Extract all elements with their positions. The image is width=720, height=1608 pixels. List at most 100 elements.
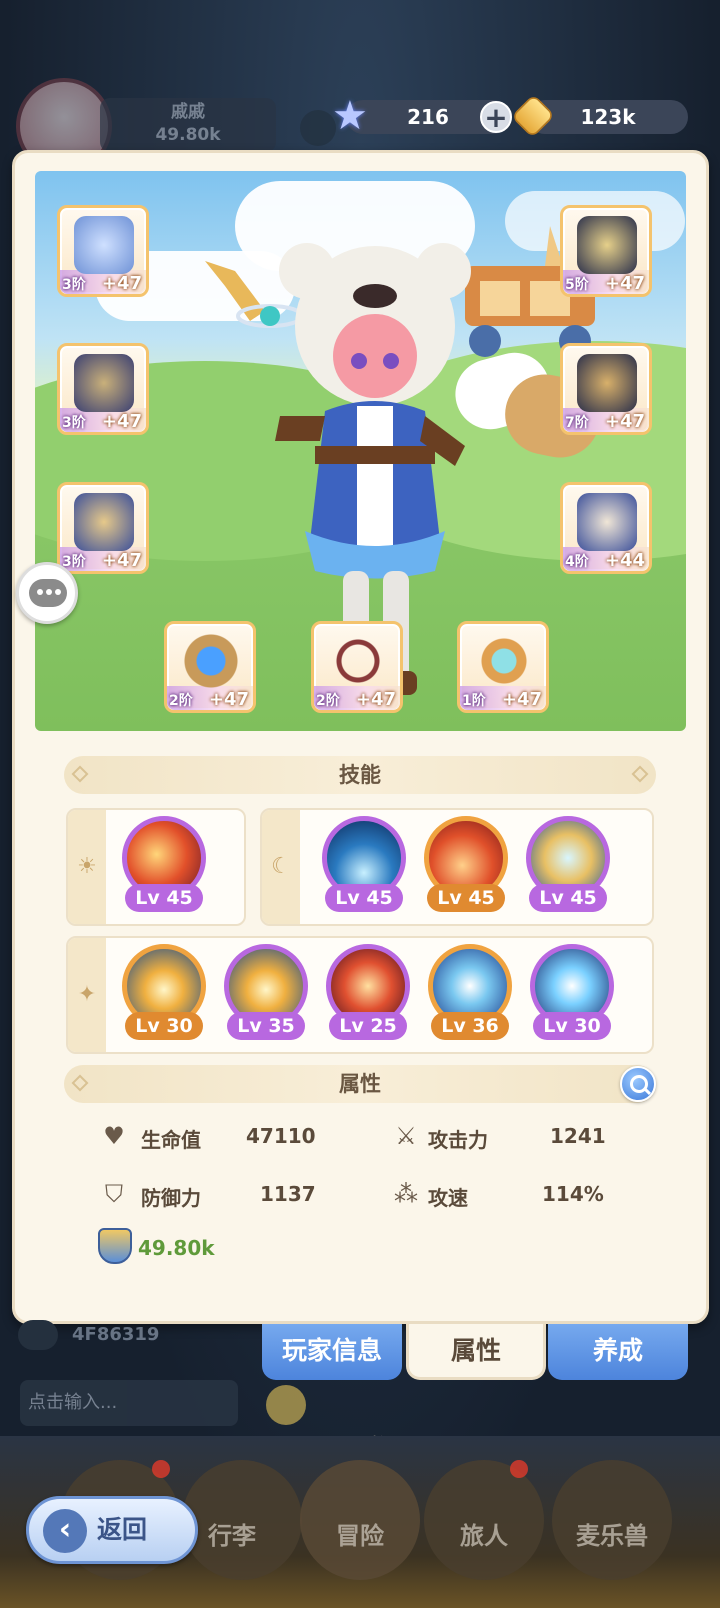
attack-speed-value: 114% [542, 1182, 604, 1206]
equip-tier: 2阶 [169, 693, 193, 709]
equip-level: +44 [604, 550, 645, 571]
star-sparkle-icon: ✦ [68, 938, 106, 1052]
tab-cultivate[interactable]: 养成 [548, 1324, 688, 1380]
equip-tier: 3阶 [62, 415, 86, 431]
back-button[interactable]: ‹ 返回 [26, 1496, 198, 1564]
skill-level: Lv 45 [427, 884, 505, 912]
skills-title: 技能 [339, 763, 381, 787]
helmet-icon [74, 216, 134, 274]
equip-level: +47 [101, 550, 142, 571]
equip-slot-ring[interactable]: 2阶 +47 [164, 621, 256, 713]
equip-level: +47 [101, 273, 142, 294]
attributes-header: 属性 [64, 1065, 656, 1103]
faction-icon[interactable] [300, 110, 336, 146]
moon-skill-group: ☾ Lv 45 Lv 45 Lv 45 [260, 808, 654, 926]
ring-icon [181, 632, 241, 690]
skill-level: Lv 36 [431, 1012, 509, 1040]
player-name-pill[interactable]: 戚戚 49.80k [100, 98, 276, 152]
guild-icon [18, 1320, 58, 1350]
skill-level: Lv 45 [325, 884, 403, 912]
equip-level: +47 [501, 689, 542, 710]
skill-moon-3[interactable]: Lv 45 [524, 816, 612, 916]
equip-slot-helmet-left[interactable]: 3阶 +47 [57, 205, 149, 297]
star-currency: ★ 216 + [332, 94, 512, 138]
skill-sun-1[interactable]: Lv 45 [120, 816, 208, 916]
diamond-ornament [631, 765, 649, 783]
defense-value: 1137 [260, 1182, 316, 1206]
equip-level: +47 [604, 273, 645, 294]
equip-level: +47 [604, 411, 645, 432]
attributes-title: 属性 [339, 1072, 381, 1096]
tab-player-info[interactable]: 玩家信息 [262, 1324, 402, 1380]
back-label: 返回 [97, 1515, 148, 1544]
dark-helmet-icon [577, 216, 637, 274]
power-shield-icon [98, 1228, 132, 1264]
equip-tier: 7阶 [565, 415, 589, 431]
armor-icon [74, 354, 134, 412]
chat-dot [55, 589, 61, 595]
skill-star-5[interactable]: Lv 30 [528, 944, 616, 1044]
heart-icon: ♥ [103, 1122, 125, 1150]
chat-dot [37, 589, 43, 595]
emoji-button[interactable] [266, 1385, 306, 1425]
necklace-icon [328, 632, 388, 690]
hp-label: 生命值 [141, 1128, 201, 1152]
equip-tier: 3阶 [62, 277, 86, 293]
equip-tier: 1阶 [462, 693, 486, 709]
equip-level: +47 [208, 689, 249, 710]
equip-slot-necklace[interactable]: 2阶 +47 [311, 621, 403, 713]
moon-icon: ☾ [262, 810, 300, 924]
skill-level: Lv 25 [329, 1012, 407, 1040]
player-power: 49.80k [155, 125, 221, 145]
chat-dot [46, 589, 52, 595]
skill-level: Lv 30 [533, 1012, 611, 1040]
attribute-detail-search-button[interactable] [620, 1066, 656, 1102]
skill-level: Lv 30 [125, 1012, 203, 1040]
chat-bubble-button[interactable] [16, 562, 78, 624]
equip-slot-armor[interactable]: 3阶 +47 [57, 343, 149, 435]
equip-level: +47 [101, 411, 142, 432]
skill-level: Lv 45 [125, 884, 203, 912]
amulet-icon [474, 632, 534, 690]
player-uid: 4F86319 [72, 1324, 160, 1345]
attack-speed-label: 攻速 [428, 1186, 468, 1210]
nav-adventure-label: 冒险 [336, 1522, 384, 1550]
equip-slot-boots[interactable]: 4阶 +44 [560, 482, 652, 574]
sun-icon: ☀ [68, 810, 106, 924]
gloves-icon [577, 354, 637, 412]
coin-currency: 123k [510, 93, 688, 139]
attack-label: 攻击力 [428, 1128, 488, 1152]
star-skill-group: ✦ Lv 30 Lv 35 Lv 25 Lv 36 Lv 30 [66, 936, 654, 1054]
back-arrow-icon: ‹ [43, 1509, 87, 1553]
hp-value: 47110 [246, 1124, 316, 1148]
shield-icon: ⛉ [105, 1180, 123, 1208]
tab-attributes[interactable]: 属性 [406, 1324, 546, 1380]
crossed-swords-icon: ⚔ [395, 1122, 417, 1150]
skill-level: Lv 45 [529, 884, 607, 912]
equip-tier: 2阶 [316, 693, 340, 709]
combat-power-value: 49.80k [138, 1236, 215, 1260]
attack-value: 1241 [550, 1124, 606, 1148]
notification-badge [152, 1460, 170, 1478]
skill-star-4[interactable]: Lv 36 [426, 944, 514, 1044]
defense-label: 防御力 [141, 1186, 201, 1210]
player-name: 戚戚 [171, 102, 205, 122]
chat-input[interactable]: 点击输入... [20, 1380, 238, 1426]
skill-moon-2[interactable]: Lv 45 [422, 816, 510, 916]
diamond-ornament [71, 1074, 89, 1092]
skill-moon-1[interactable]: Lv 45 [320, 816, 408, 916]
skill-star-3[interactable]: Lv 25 [324, 944, 412, 1044]
notification-badge [510, 1460, 528, 1478]
equip-level: +47 [355, 689, 396, 710]
equip-slot-amulet[interactable]: 1阶 +47 [457, 621, 549, 713]
skill-star-2[interactable]: Lv 35 [222, 944, 310, 1044]
skill-star-1[interactable]: Lv 30 [120, 944, 208, 1044]
skills-header: 技能 [64, 756, 656, 794]
equip-slot-gloves[interactable]: 7阶 +47 [560, 343, 652, 435]
equip-slot-helmet-right[interactable]: 5阶 +47 [560, 205, 652, 297]
attack-speed-icon: ⁂ [394, 1180, 418, 1208]
pants-icon [74, 493, 134, 551]
equip-slot-pants[interactable]: 3阶 +47 [57, 482, 149, 574]
add-stars-button[interactable]: + [480, 101, 512, 133]
sun-skill-group: ☀ Lv 45 [66, 808, 246, 926]
